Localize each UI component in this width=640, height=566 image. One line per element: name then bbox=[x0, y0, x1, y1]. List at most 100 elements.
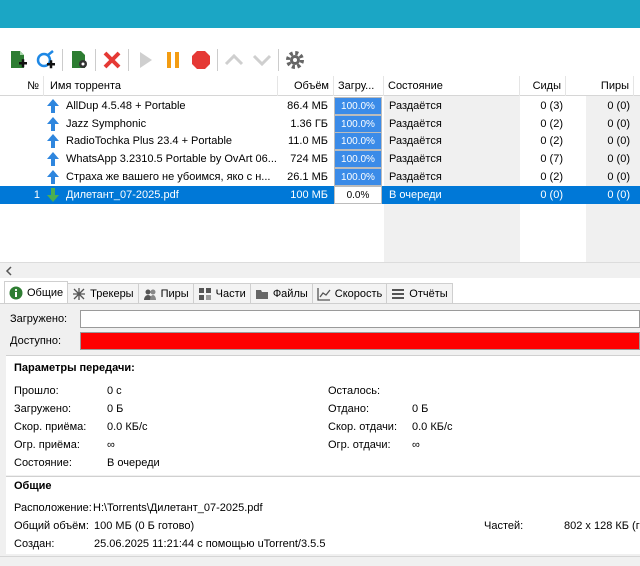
toolbar-separator bbox=[128, 49, 129, 71]
header-name[interactable]: Имя торрента bbox=[46, 76, 278, 96]
torrent-row[interactable]: WhatsApp 3.2310.5 Portable by OvArt 06..… bbox=[0, 150, 640, 169]
remove-icon[interactable] bbox=[98, 46, 126, 74]
torrent-name: Дилетант_07-2025.pdf bbox=[66, 188, 179, 201]
torrent-peers: 0 (0) bbox=[607, 188, 630, 201]
available-label: Доступно: bbox=[10, 335, 62, 347]
torrent-row[interactable]: 1 Дилетант_07-2025.pdf 100 МБ 0.0% В очереди… bbox=[0, 185, 640, 204]
progress-cell: 100.0% bbox=[334, 150, 382, 169]
settings-icon[interactable] bbox=[281, 46, 309, 74]
create-torrent-icon[interactable] bbox=[65, 46, 93, 74]
row-num bbox=[0, 168, 44, 186]
start-icon[interactable] bbox=[131, 46, 159, 74]
tab-pieces[interactable]: Части bbox=[192, 283, 251, 303]
tab-label: Файлы bbox=[272, 287, 308, 300]
torrent-row[interactable]: Jazz Symphonic 1.36 ГБ 100.0% Раздаётся 0 (2… bbox=[0, 114, 640, 133]
header-seeds[interactable]: Сиды bbox=[520, 76, 566, 96]
torrent-state: Раздаётся bbox=[389, 117, 442, 130]
uploaded-value: 0 Б bbox=[412, 403, 429, 415]
toolbar-separator bbox=[278, 49, 279, 71]
torrent-seeds: 0 (7) bbox=[540, 153, 563, 166]
ul-limit-label: Огр. отдачи: bbox=[328, 439, 391, 451]
header-progress[interactable]: Загру... bbox=[334, 76, 384, 96]
state-value: В очереди bbox=[107, 457, 160, 469]
logs-icon bbox=[391, 287, 405, 301]
torrent-size: 724 МБ bbox=[290, 153, 328, 166]
torrent-list[interactable]: № Имя торрента Объём Загру... Состояние … bbox=[0, 76, 640, 262]
torrent-state: Раздаётся bbox=[389, 170, 442, 183]
dl-speed-value: 0.0 КБ/с bbox=[107, 421, 148, 433]
progress-text: 100.0% bbox=[341, 136, 375, 148]
available-bar bbox=[80, 332, 640, 350]
torrent-row[interactable]: RadioTochka Plus 23.4 + Portable 11.0 МБ 1… bbox=[0, 132, 640, 151]
transfer-section: Параметры передачи: Прошло: 0 с Загружен… bbox=[6, 355, 640, 475]
progress-bar: 100.0% bbox=[334, 132, 382, 151]
dl-limit-value: ∞ bbox=[107, 439, 115, 451]
progress-text: 0.0% bbox=[346, 189, 370, 201]
ul-limit-value: ∞ bbox=[412, 439, 420, 451]
state-label: Состояние: bbox=[14, 457, 72, 469]
stop-icon[interactable] bbox=[187, 46, 215, 74]
status-bar bbox=[0, 556, 640, 566]
general-title: Общие bbox=[14, 480, 52, 492]
toolbar-separator bbox=[62, 49, 63, 71]
tab-info[interactable]: Общие bbox=[4, 281, 69, 303]
torrent-seeds: 0 (0) bbox=[540, 188, 563, 201]
torrent-seeds: 0 (2) bbox=[540, 117, 563, 130]
toolbar-separator bbox=[95, 49, 96, 71]
seeding-arrow-icon bbox=[46, 115, 64, 133]
torrent-row[interactable]: AllDup 4.5.48 + Portable 86.4 МБ 100.0% Раз… bbox=[0, 97, 640, 115]
tab-trackers[interactable]: Трекеры bbox=[67, 283, 139, 303]
row-num bbox=[0, 150, 44, 168]
progress-cell: 100.0% bbox=[334, 167, 382, 186]
progress-cell: 100.0% bbox=[334, 114, 382, 133]
row-num bbox=[0, 115, 44, 133]
detail-tabs: Общие Трекеры Пиры Части Файлы Скорость Отчёты bbox=[0, 281, 640, 304]
ul-speed-label: Скор. отдачи: bbox=[328, 421, 398, 433]
progress-bar: 100.0% bbox=[334, 150, 382, 169]
tab-peers[interactable]: Пиры bbox=[137, 283, 194, 303]
move-down-icon[interactable] bbox=[248, 46, 276, 74]
title-bar bbox=[0, 0, 640, 28]
seeding-arrow-icon bbox=[46, 97, 64, 115]
toolbar-separator bbox=[217, 49, 218, 71]
header-peers[interactable]: Пиры bbox=[566, 76, 634, 96]
pieces-value: 802 x 128 КБ (готово bbox=[564, 520, 640, 532]
tab-files[interactable]: Файлы bbox=[249, 283, 313, 303]
elapsed-value: 0 с bbox=[107, 385, 122, 397]
trackers-icon bbox=[72, 287, 86, 301]
elapsed-label: Прошло: bbox=[14, 385, 59, 397]
downloaded2-value: 0 Б bbox=[107, 403, 124, 415]
add-link-icon[interactable] bbox=[32, 46, 60, 74]
tab-logs[interactable]: Отчёты bbox=[386, 283, 453, 303]
seeding-arrow-icon bbox=[46, 168, 64, 186]
ul-speed-value: 0.0 КБ/с bbox=[412, 421, 453, 433]
horizontal-scrollbar[interactable] bbox=[0, 262, 640, 278]
remaining-label: Осталось: bbox=[328, 385, 381, 397]
torrent-name: WhatsApp 3.2310.5 Portable by OvArt 06..… bbox=[66, 153, 276, 166]
progress-text: 100.0% bbox=[341, 171, 375, 183]
add-torrent-icon[interactable] bbox=[4, 46, 32, 74]
torrent-peers: 0 (0) bbox=[607, 135, 630, 148]
scroll-left-icon[interactable] bbox=[2, 264, 16, 278]
speed-icon bbox=[317, 287, 331, 301]
seeding-arrow-icon bbox=[46, 132, 64, 150]
torrent-peers: 0 (0) bbox=[607, 117, 630, 130]
files-icon bbox=[255, 287, 269, 301]
progress-text: 100.0% bbox=[341, 154, 375, 166]
pause-icon[interactable] bbox=[159, 46, 187, 74]
move-up-icon[interactable] bbox=[220, 46, 248, 74]
progress-cell: 100.0% bbox=[334, 97, 382, 115]
torrent-size: 86.4 МБ bbox=[287, 100, 328, 112]
torrent-row[interactable]: Страха же вашего не убоимся, яко с н... 2… bbox=[0, 167, 640, 186]
header-num[interactable]: № bbox=[0, 76, 44, 96]
header-size[interactable]: Объём bbox=[278, 76, 334, 96]
info-icon bbox=[9, 286, 23, 300]
tab-label: Отчёты bbox=[409, 287, 448, 300]
torrent-seeds: 0 (2) bbox=[540, 170, 563, 183]
torrent-seeds: 0 (3) bbox=[540, 100, 563, 112]
torrent-peers: 0 (0) bbox=[607, 153, 630, 166]
tab-speed[interactable]: Скорость bbox=[311, 283, 388, 303]
torrent-name: Страха же вашего не убоимся, яко с н... bbox=[66, 170, 271, 183]
header-state[interactable]: Состояние bbox=[384, 76, 520, 96]
pieces-icon bbox=[198, 287, 212, 301]
